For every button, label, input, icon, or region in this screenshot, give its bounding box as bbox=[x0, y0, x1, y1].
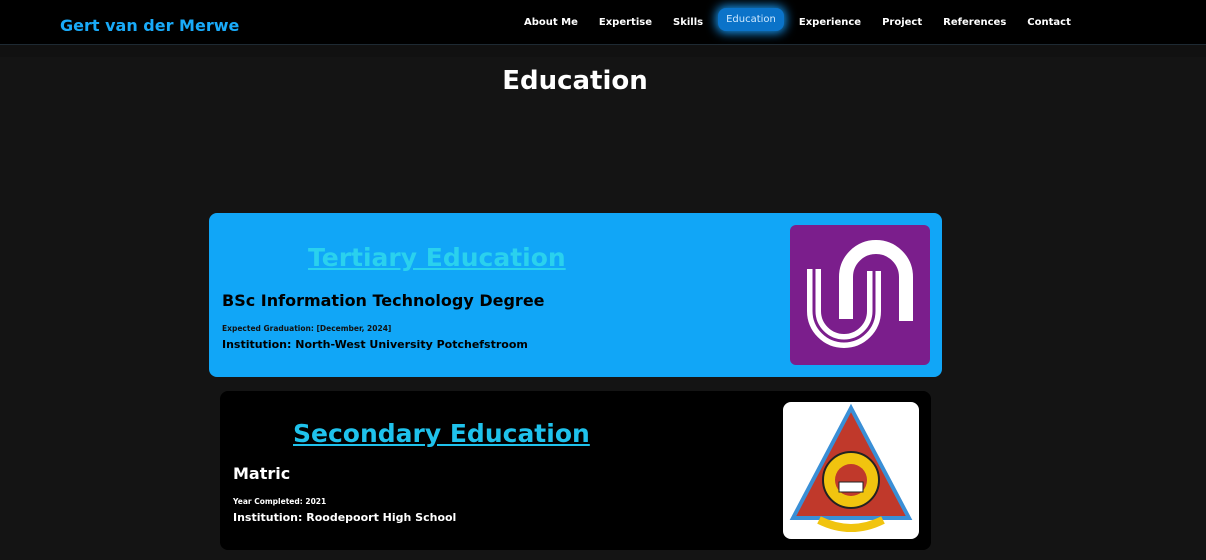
nav-skills[interactable]: Skills bbox=[673, 17, 703, 28]
tertiary-heading-link[interactable]: Tertiary Education bbox=[308, 243, 566, 272]
nav-contact[interactable]: Contact bbox=[1027, 17, 1071, 28]
nav-project[interactable]: Project bbox=[882, 17, 922, 28]
nav-about-me[interactable]: About Me bbox=[524, 17, 578, 28]
tertiary-degree: BSc Information Technology Degree bbox=[222, 291, 545, 310]
secondary-heading-link[interactable]: Secondary Education bbox=[293, 419, 590, 448]
main-nav: About Me Expertise Skills Education Expe… bbox=[524, 8, 1092, 31]
navbar-divider bbox=[0, 44, 1206, 57]
secondary-education-card: Secondary Education Matric Year Complete… bbox=[220, 391, 931, 550]
tertiary-institution: Institution: North-West University Potch… bbox=[222, 338, 528, 351]
page-title: Education bbox=[502, 66, 648, 96]
secondary-institution: Institution: Roodepoort High School bbox=[233, 511, 457, 524]
school-crest-icon bbox=[783, 402, 919, 539]
nav-experience[interactable]: Experience bbox=[799, 17, 861, 28]
nav-education[interactable]: Education bbox=[718, 8, 784, 31]
nav-expertise[interactable]: Expertise bbox=[599, 17, 652, 28]
secondary-qualification: Matric bbox=[233, 464, 291, 483]
top-navbar: Gert van der Merwe About Me Expertise Sk… bbox=[0, 0, 1206, 44]
nav-references[interactable]: References bbox=[943, 17, 1006, 28]
tertiary-graduation: Expected Graduation: [December, 2024] bbox=[222, 324, 392, 333]
tertiary-education-card: Tertiary Education BSc Information Techn… bbox=[209, 213, 942, 377]
secondary-year: Year Completed: 2021 bbox=[233, 497, 327, 506]
nwu-logo-icon bbox=[790, 225, 930, 365]
brand-name[interactable]: Gert van der Merwe bbox=[60, 16, 239, 35]
